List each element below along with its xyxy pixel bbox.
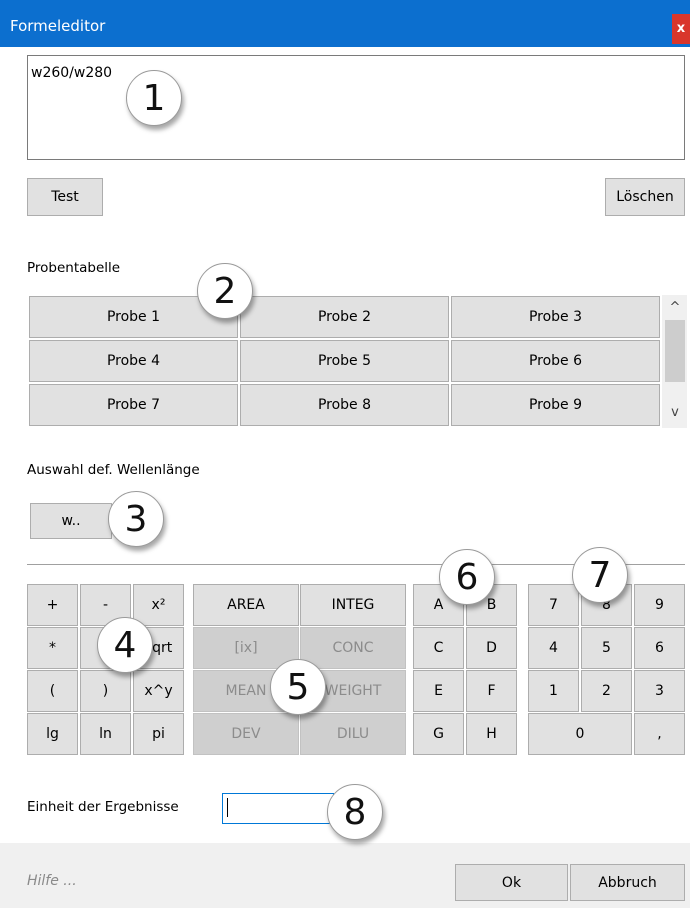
callout-8: 8 <box>327 784 383 840</box>
decimal-comma-button[interactable]: , <box>634 713 685 755</box>
function-button-integ[interactable]: INTEG <box>300 584 406 626</box>
cancel-button[interactable]: Abbruch <box>570 864 685 901</box>
unit-label: Einheit der Ergebnisse <box>27 799 179 815</box>
ok-button[interactable]: Ok <box>455 864 568 901</box>
sample-cell-6[interactable]: Probe 6 <box>451 340 660 382</box>
scrollbar-thumb[interactable] <box>665 320 685 382</box>
operator-button-12[interactable]: pi <box>133 713 184 755</box>
sample-cell-8[interactable]: Probe 8 <box>240 384 449 426</box>
close-button[interactable]: x <box>672 14 690 44</box>
callout-1: 1 <box>126 70 182 126</box>
wavelength-label: Auswahl def. Wellenlänge <box>27 462 200 478</box>
digit-button-0[interactable]: 0 <box>528 713 632 755</box>
operator-button-3[interactable]: x² <box>133 584 184 626</box>
clear-button[interactable]: Löschen <box>605 178 685 216</box>
function-button-dilu[interactable]: DILU <box>300 713 406 755</box>
operator-button-1[interactable]: + <box>27 584 78 626</box>
sample-cell-9[interactable]: Probe 9 <box>451 384 660 426</box>
digit-button-2[interactable]: 2 <box>581 670 632 712</box>
function-button-area[interactable]: AREA <box>193 584 299 626</box>
digit-button-5[interactable]: 5 <box>581 627 632 669</box>
scroll-up-icon[interactable]: ^ <box>666 300 684 315</box>
operator-button-11[interactable]: ln <box>80 713 131 755</box>
variable-button-e[interactable]: E <box>413 670 464 712</box>
unit-input[interactable] <box>222 793 334 824</box>
operator-button-4[interactable]: * <box>27 627 78 669</box>
sample-cell-4[interactable]: Probe 4 <box>29 340 238 382</box>
scroll-down-icon[interactable]: v <box>666 405 684 420</box>
formula-input[interactable]: w260/w280 <box>27 55 685 160</box>
function-button-conc[interactable]: CONC <box>300 627 406 669</box>
operator-button-8[interactable]: ) <box>80 670 131 712</box>
help-link[interactable]: Hilfe ... <box>27 873 77 889</box>
digit-button-6[interactable]: 6 <box>634 627 685 669</box>
text-caret <box>227 798 228 817</box>
callout-3: 3 <box>108 491 164 547</box>
wavelength-button[interactable]: w.. <box>30 503 112 539</box>
callout-5: 5 <box>270 659 326 715</box>
test-button[interactable]: Test <box>27 178 103 216</box>
variable-button-h[interactable]: H <box>466 713 517 755</box>
sample-cell-2[interactable]: Probe 2 <box>240 296 449 338</box>
operator-button-10[interactable]: lg <box>27 713 78 755</box>
callout-7: 7 <box>572 547 628 603</box>
operator-button-9[interactable]: x^y <box>133 670 184 712</box>
digit-button-9[interactable]: 9 <box>634 584 685 626</box>
variable-button-g[interactable]: G <box>413 713 464 755</box>
digit-button-4[interactable]: 4 <box>528 627 579 669</box>
variable-button-f[interactable]: F <box>466 670 517 712</box>
digit-button-7[interactable]: 7 <box>528 584 579 626</box>
callout-6: 6 <box>439 549 495 605</box>
digit-button-3[interactable]: 3 <box>634 670 685 712</box>
sample-cell-3[interactable]: Probe 3 <box>451 296 660 338</box>
sample-table-label: Probentabelle <box>27 260 121 276</box>
operator-button-7[interactable]: ( <box>27 670 78 712</box>
function-button-dev[interactable]: DEV <box>193 713 299 755</box>
callout-4: 4 <box>97 617 153 673</box>
sample-cell-7[interactable]: Probe 7 <box>29 384 238 426</box>
sample-cell-5[interactable]: Probe 5 <box>240 340 449 382</box>
window-title: Formeleditor <box>10 17 106 35</box>
digit-button-1[interactable]: 1 <box>528 670 579 712</box>
variable-button-c[interactable]: C <box>413 627 464 669</box>
variable-button-d[interactable]: D <box>466 627 517 669</box>
callout-2: 2 <box>197 263 253 319</box>
